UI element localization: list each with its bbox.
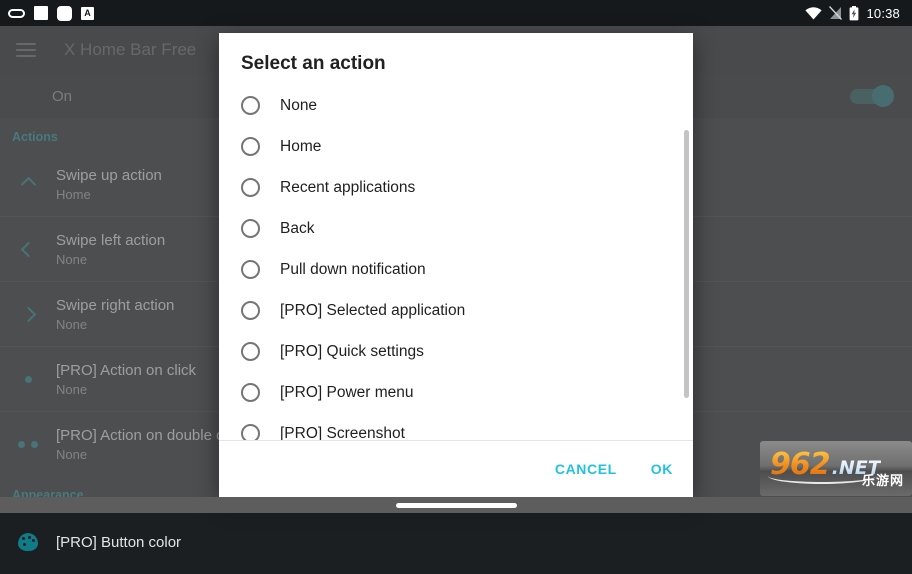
pref-title: Swipe up action: [56, 166, 162, 184]
watermark-chinese: 乐游网: [861, 473, 904, 488]
battery-charging-icon: [850, 5, 859, 20]
option-screenshot[interactable]: [PRO] Screenshot: [219, 413, 693, 440]
option-back[interactable]: Back: [219, 208, 693, 249]
option-recent-applications[interactable]: Recent applications: [219, 167, 693, 208]
option-label: [PRO] Selected application: [280, 301, 466, 319]
dialog-title: Select an action: [241, 53, 386, 74]
option-label: None: [280, 96, 318, 114]
a-box-icon: A: [81, 6, 94, 20]
palette-icon: [0, 533, 56, 551]
pref-value: None: [56, 316, 88, 332]
square-icon: [34, 6, 48, 20]
option-label: Pull down notification: [280, 260, 426, 278]
pref-title: [PRO] Action on double click: [56, 426, 246, 444]
option-label: Back: [280, 219, 315, 237]
master-switch-toggle[interactable]: [848, 85, 894, 107]
double-dot-icon: [0, 440, 56, 448]
option-quick-settings[interactable]: [PRO] Quick settings: [219, 331, 693, 372]
dialog-footer: CANCEL OK: [219, 440, 693, 497]
radio-icon[interactable]: [241, 178, 260, 197]
option-home[interactable]: Home: [219, 126, 693, 167]
home-gesture-pill[interactable]: [395, 502, 517, 508]
cancel-button[interactable]: CANCEL: [553, 455, 619, 483]
status-bar-clock: 10:38: [866, 5, 900, 21]
pref-button-color[interactable]: [PRO] Button color: [0, 510, 912, 574]
watermark-logo: 962 .NET 乐游网: [760, 441, 912, 496]
option-power-menu[interactable]: [PRO] Power menu: [219, 372, 693, 413]
radio-icon[interactable]: [241, 301, 260, 320]
hamburger-icon[interactable]: [16, 43, 36, 57]
option-none[interactable]: None: [219, 85, 693, 126]
radio-icon[interactable]: [241, 424, 260, 440]
dialog-option-scroll-area[interactable]: None Home Recent applications Back Pull …: [219, 85, 693, 440]
status-bar-right-icons: 10:38: [805, 5, 904, 21]
dialog-scrollbar[interactable]: [684, 85, 691, 440]
option-label: Recent applications: [280, 178, 416, 196]
option-pull-down-notification[interactable]: Pull down notification: [219, 249, 693, 290]
option-label: Home: [280, 137, 322, 155]
status-bar-left-icons: A: [8, 5, 94, 21]
chevron-left-icon: [0, 241, 56, 258]
option-selected-application[interactable]: [PRO] Selected application: [219, 290, 693, 331]
pref-value: None: [56, 381, 88, 397]
rounded-square-icon: [57, 5, 72, 21]
wifi-icon: [805, 6, 823, 19]
watermark-swoosh: [768, 468, 876, 484]
pref-title: Swipe right action: [56, 296, 175, 314]
pref-title: [PRO] Action on click: [56, 361, 197, 379]
radio-icon[interactable]: [241, 383, 260, 402]
pref-title: Swipe left action: [56, 231, 166, 249]
switch-knob: [872, 85, 894, 107]
radio-icon[interactable]: [241, 342, 260, 361]
dialog-scrollbar-thumb[interactable]: [684, 130, 689, 398]
radio-icon[interactable]: [241, 137, 260, 156]
capsule-icon: [8, 8, 25, 18]
option-label: [PRO] Power menu: [280, 383, 414, 401]
dot-icon: [0, 375, 56, 383]
radio-icon[interactable]: [241, 219, 260, 238]
radio-icon[interactable]: [241, 260, 260, 279]
option-label: [PRO] Screenshot: [280, 424, 405, 441]
chevron-up-icon: [0, 176, 56, 193]
master-switch-label: On: [52, 87, 73, 105]
system-navigation-bar: [0, 497, 912, 513]
option-label: [PRO] Quick settings: [280, 342, 424, 360]
no-sim-icon: [829, 6, 843, 20]
page-title: X Home Bar Free: [64, 40, 197, 59]
radio-icon[interactable]: [241, 96, 260, 115]
ok-button[interactable]: OK: [649, 455, 675, 483]
pref-value: None: [56, 251, 88, 267]
pref-value: None: [56, 446, 88, 462]
pref-value: Home: [56, 186, 91, 202]
chevron-right-icon: [0, 306, 56, 323]
select-action-dialog: Select an action None Home Recent applic…: [219, 33, 693, 497]
status-bar: A 10:38: [0, 0, 912, 26]
pref-title: [PRO] Button color: [56, 533, 182, 551]
dialog-option-list: None Home Recent applications Back Pull …: [219, 85, 693, 440]
